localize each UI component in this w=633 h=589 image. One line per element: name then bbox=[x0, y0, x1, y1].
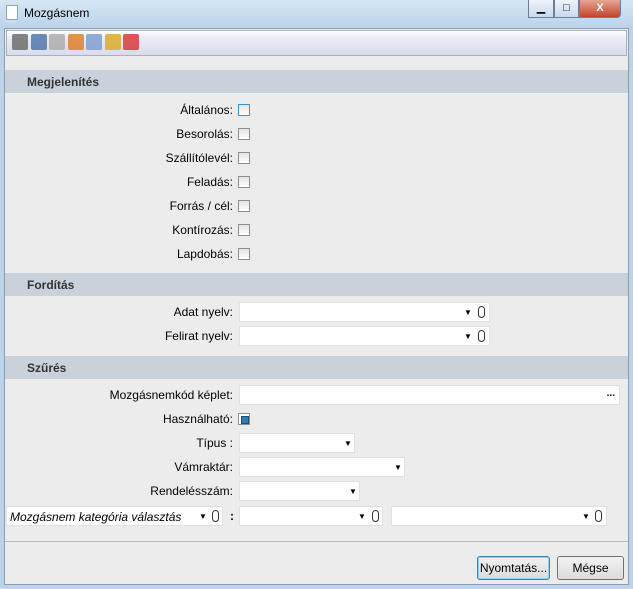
paperclip-icon[interactable] bbox=[212, 510, 219, 522]
db-export-icon[interactable] bbox=[123, 34, 139, 50]
paperclip-icon[interactable] bbox=[478, 330, 485, 342]
type-select[interactable]: ▼ bbox=[239, 433, 355, 453]
display-option-checkbox[interactable] bbox=[238, 152, 250, 164]
section-display-header: Megjelenítés bbox=[5, 70, 628, 93]
paperclip-icon[interactable] bbox=[595, 510, 602, 522]
print-button[interactable]: Nyomtatás... bbox=[477, 556, 550, 580]
dropdown-arrow-icon: ▼ bbox=[464, 332, 472, 341]
display-option-label: Szállítólevél: bbox=[165, 151, 233, 165]
footer-divider bbox=[5, 541, 628, 542]
category-value-select-1[interactable]: ▼ bbox=[239, 506, 383, 526]
display-option-checkbox[interactable] bbox=[238, 200, 250, 212]
paperclip-icon[interactable] bbox=[372, 510, 379, 522]
customs-warehouse-select[interactable]: ▼ bbox=[239, 457, 405, 477]
data-language-select[interactable]: ▼ bbox=[239, 302, 490, 322]
edit-icon[interactable] bbox=[67, 34, 84, 50]
display-option-checkbox[interactable] bbox=[238, 224, 250, 236]
dropdown-arrow-icon: ▼ bbox=[199, 512, 207, 521]
minimize-button[interactable]: ▁ bbox=[528, 0, 554, 18]
category-select[interactable]: Mozgásnem kategória választás ▼ bbox=[6, 506, 223, 526]
display-option-checkbox[interactable] bbox=[238, 176, 250, 188]
code-formula-label: Mozgásnemkód képlet: bbox=[109, 388, 233, 402]
preview-icon[interactable] bbox=[30, 34, 47, 50]
ellipsis-button[interactable]: ... bbox=[607, 388, 615, 399]
dropdown-arrow-icon: ▼ bbox=[464, 308, 472, 317]
paperclip-icon[interactable] bbox=[478, 306, 485, 318]
order-number-label: Rendelésszám: bbox=[150, 484, 233, 498]
type-label: Típus : bbox=[196, 436, 233, 450]
category-value-select-2[interactable]: ▼ bbox=[391, 506, 607, 526]
copy-icon[interactable] bbox=[49, 34, 65, 50]
section-filter-header: Szűrés bbox=[5, 356, 628, 379]
display-option-checkbox[interactable] bbox=[238, 128, 250, 140]
label-language-label: Felirat nyelv: bbox=[164, 329, 233, 343]
order-number-select[interactable]: ▼ bbox=[239, 481, 360, 501]
display-option-label: Lapdobás: bbox=[176, 247, 233, 261]
print-icon[interactable] bbox=[12, 34, 28, 50]
data-language-label: Adat nyelv: bbox=[173, 305, 233, 319]
display-option-checkbox[interactable] bbox=[238, 248, 250, 260]
colon-separator: : bbox=[230, 509, 234, 523]
customs-warehouse-label: Vámraktár: bbox=[174, 460, 233, 474]
display-option-label: Feladás: bbox=[186, 175, 233, 189]
usable-checkbox[interactable] bbox=[238, 413, 250, 425]
close-button[interactable]: X bbox=[579, 0, 621, 18]
calculator-icon[interactable] bbox=[86, 34, 102, 50]
window-icon bbox=[6, 5, 18, 20]
section-translation-header: Fordítás bbox=[5, 273, 628, 296]
display-option-checkbox[interactable] bbox=[238, 104, 250, 116]
dropdown-arrow-icon: ▼ bbox=[344, 439, 352, 448]
display-option-label: Besorolás: bbox=[176, 127, 233, 141]
dropdown-arrow-icon: ▼ bbox=[582, 512, 590, 521]
display-option-label: Forrás / cél: bbox=[169, 199, 233, 213]
code-formula-input[interactable]: ... bbox=[239, 385, 620, 405]
category-placeholder: Mozgásnem kategória választás bbox=[10, 510, 182, 524]
dropdown-arrow-icon: ▼ bbox=[358, 512, 366, 521]
cancel-button[interactable]: Mégse bbox=[557, 556, 624, 580]
label-language-select[interactable]: ▼ bbox=[239, 326, 490, 346]
usable-label: Használható: bbox=[162, 412, 233, 426]
dropdown-arrow-icon: ▼ bbox=[394, 463, 402, 472]
db-import-icon[interactable] bbox=[104, 34, 121, 50]
display-option-label: Általános: bbox=[180, 103, 233, 117]
display-option-label: Kontírozás: bbox=[172, 223, 233, 237]
dropdown-arrow-icon: ▼ bbox=[349, 487, 357, 496]
maximize-button[interactable]: □ bbox=[554, 0, 579, 18]
window-title: Mozgásnem bbox=[24, 6, 90, 20]
